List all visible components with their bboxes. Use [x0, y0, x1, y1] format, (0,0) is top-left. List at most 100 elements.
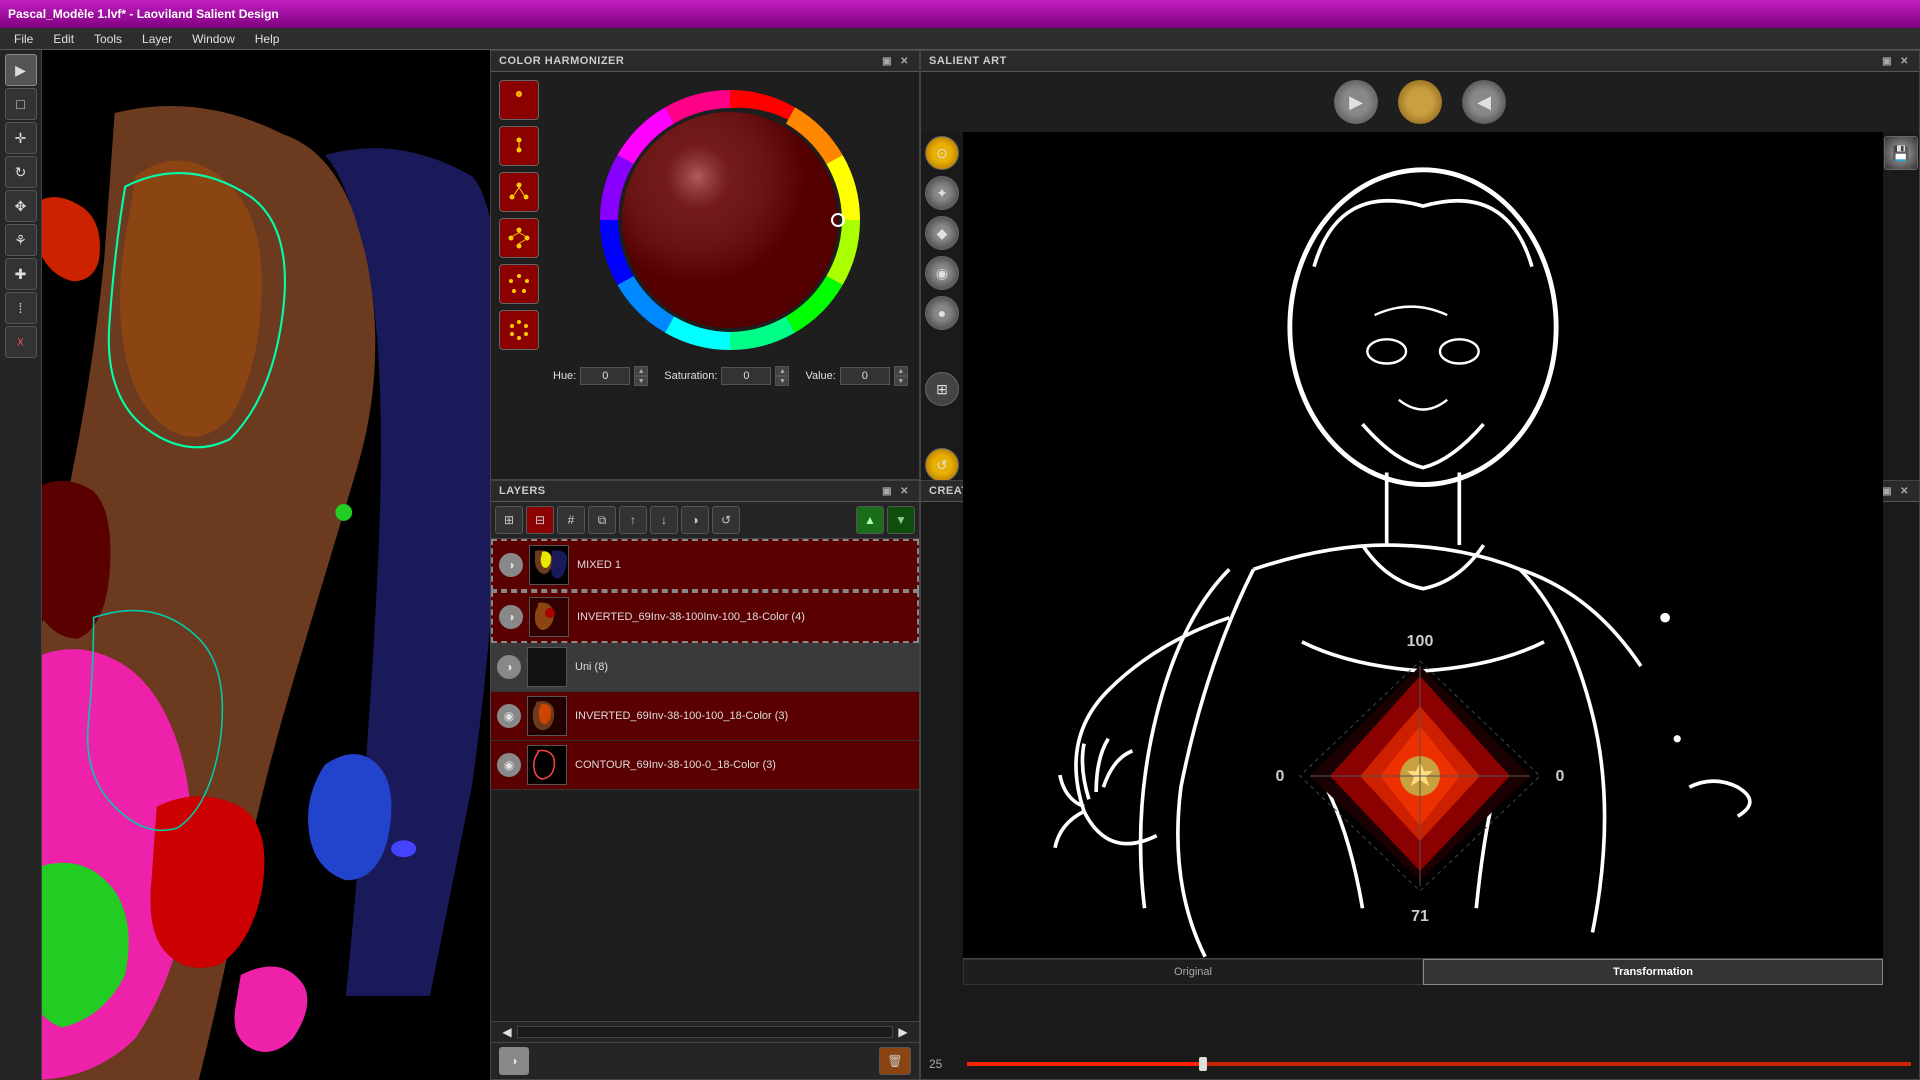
- layer-down-btn[interactable]: ↓: [650, 506, 678, 534]
- value-field: Value: ▲ ▼: [805, 366, 907, 386]
- layer-up-move-btn[interactable]: ▲: [856, 506, 884, 534]
- rotate-tool[interactable]: ↻: [5, 156, 37, 188]
- layers-visibility-btn[interactable]: ◑: [499, 1047, 529, 1075]
- layer-group-btn[interactable]: #: [557, 506, 585, 534]
- harmony-btn-2[interactable]: [499, 126, 539, 166]
- layer-delete-btn[interactable]: ⊟: [526, 506, 554, 534]
- creative-minimize[interactable]: ▣: [1882, 486, 1892, 497]
- sat-up[interactable]: ▲: [775, 366, 789, 376]
- layer-name-5: CONTOUR_69Inv-38-100-0_18-Color (3): [575, 759, 913, 771]
- move-tool[interactable]: ✛: [5, 122, 37, 154]
- salient-play-btn[interactable]: ▶: [1334, 80, 1378, 124]
- menu-tools[interactable]: Tools: [84, 30, 132, 48]
- layer-up-btn[interactable]: ↑: [619, 506, 647, 534]
- harmony-btn-5[interactable]: [499, 264, 539, 304]
- hue-down[interactable]: ▼: [634, 376, 648, 386]
- harmony-btn-3[interactable]: [499, 172, 539, 212]
- layer-row[interactable]: ◑ Uni (8): [491, 643, 919, 692]
- svg-text:100: 100: [1407, 633, 1434, 650]
- menu-layer[interactable]: Layer: [132, 30, 182, 48]
- hue-up[interactable]: ▲: [634, 366, 648, 376]
- layer-eye-2[interactable]: ◑: [499, 605, 523, 629]
- creative-diamond-chart: 100 0 0 71: [1250, 626, 1590, 926]
- layers-minimize[interactable]: ▣: [882, 486, 892, 497]
- edition-panel: ▶ □ ✛ ↻ ✥ ⚘ ✚ ⁞ ☓: [0, 50, 490, 1080]
- layer-copy-btn[interactable]: ⧉: [588, 506, 616, 534]
- creative-slider[interactable]: [967, 1062, 1911, 1066]
- scroll-right-btn[interactable]: ▶: [893, 1025, 913, 1039]
- layers-header: Layers ▣ ✕: [491, 481, 919, 502]
- salient-config-btn[interactable]: [1398, 80, 1442, 124]
- salient-sphere-btn[interactable]: ●: [925, 296, 959, 330]
- salient-circle-btn[interactable]: ⊙: [925, 136, 959, 170]
- pan-tool[interactable]: ✚: [5, 258, 37, 290]
- select-tool[interactable]: ▶: [5, 54, 37, 86]
- main-area: ▶ □ ✛ ↻ ✥ ⚘ ✚ ⁞ ☓: [0, 50, 1920, 1080]
- value-input[interactable]: [840, 367, 890, 385]
- salient-art-title: Salient Art: [929, 55, 1007, 67]
- salient-star-btn[interactable]: ✦: [925, 176, 959, 210]
- salient-close[interactable]: ✕: [1900, 56, 1909, 67]
- hue-label: Hue:: [553, 370, 576, 382]
- menu-bar: File Edit Tools Layer Window Help: [0, 28, 1920, 50]
- panel-controls: ▣ ✕: [880, 56, 911, 67]
- salient-minimize[interactable]: ▣: [1882, 56, 1892, 67]
- delete-tool[interactable]: ☓: [5, 326, 37, 358]
- color-wheel-container: Hue: ▲ ▼ Saturation:: [547, 80, 914, 471]
- harmony-btn-1[interactable]: [499, 80, 539, 120]
- align-tool[interactable]: ⁞: [5, 292, 37, 324]
- warp-tool[interactable]: ⚘: [5, 224, 37, 256]
- minimize-btn[interactable]: ▣: [882, 56, 892, 67]
- layer-name-4: INVERTED_69Inv-38-100-100_18-Color (3): [575, 710, 913, 722]
- harmony-btn-6[interactable]: [499, 310, 539, 350]
- val-down[interactable]: ▼: [894, 376, 908, 386]
- harmonizer-content: Hue: ▲ ▼ Saturation:: [491, 72, 919, 479]
- transform-tool[interactable]: □: [5, 88, 37, 120]
- layer-eye-4[interactable]: ◉: [497, 704, 521, 728]
- salient-art-panel: Salient Art ▣ ✕ ▶ ◀: [920, 50, 1920, 480]
- layer-blend-btn[interactable]: ◑: [681, 506, 709, 534]
- layers-trash-btn[interactable]: 🗑: [879, 1047, 911, 1075]
- close-btn[interactable]: ✕: [900, 56, 909, 67]
- menu-edit[interactable]: Edit: [43, 30, 84, 48]
- layer-new-btn[interactable]: ⊞: [495, 506, 523, 534]
- layers-close[interactable]: ✕: [900, 486, 909, 497]
- layer-row[interactable]: ◑ MIXED 1: [491, 539, 919, 591]
- layer-thumb-2: [529, 597, 569, 637]
- menu-window[interactable]: Window: [182, 30, 245, 48]
- layer-eye-3[interactable]: ◑: [497, 655, 521, 679]
- salient-rotate-btn[interactable]: ↺: [925, 448, 959, 482]
- layer-thumb-1: [529, 545, 569, 585]
- layer-refresh-btn[interactable]: ↺: [712, 506, 740, 534]
- menu-file[interactable]: File: [4, 30, 43, 48]
- layer-row[interactable]: ◉ INVERTED_69Inv-38-100-100_18-Color (3): [491, 692, 919, 741]
- salient-save-btn[interactable]: 💾: [1884, 136, 1918, 170]
- edition-canvas[interactable]: [42, 50, 490, 1080]
- color-harmonizer-title: Color Harmonizer: [499, 55, 624, 67]
- layers-title: Layers: [499, 485, 546, 497]
- scroll-track[interactable]: [517, 1026, 893, 1038]
- hue-input[interactable]: [580, 367, 630, 385]
- val-up[interactable]: ▲: [894, 366, 908, 376]
- layer-thumb-3: [527, 647, 567, 687]
- salient-back-btn[interactable]: ◀: [1462, 80, 1506, 124]
- color-wheel[interactable]: [590, 80, 870, 360]
- scroll-left-btn[interactable]: ◀: [497, 1025, 517, 1039]
- layer-row[interactable]: ◑ INVERTED_69Inv-38-100Inv-100_18-Color …: [491, 591, 919, 643]
- salient-color-btn[interactable]: ◉: [925, 256, 959, 290]
- layer-row[interactable]: ◉ CONTOUR_69Inv-38-100-0_18-Color (3): [491, 741, 919, 790]
- layer-eye-1[interactable]: ◑: [499, 553, 523, 577]
- layers-list: ◑ MIXED 1 ◑: [491, 539, 919, 1021]
- saturation-input[interactable]: [721, 367, 771, 385]
- layer-eye-5[interactable]: ◉: [497, 753, 521, 777]
- creative-close[interactable]: ✕: [1900, 486, 1909, 497]
- menu-help[interactable]: Help: [245, 30, 290, 48]
- salient-grid-btn[interactable]: ⊞: [925, 372, 959, 406]
- svg-text:71: 71: [1411, 908, 1429, 925]
- layer-down-move-btn[interactable]: ▼: [887, 506, 915, 534]
- sat-down[interactable]: ▼: [775, 376, 789, 386]
- scale-tool[interactable]: ✥: [5, 190, 37, 222]
- harmony-btn-4[interactable]: [499, 218, 539, 258]
- harmony-presets: [499, 80, 539, 471]
- salient-diamond-btn[interactable]: ◆: [925, 216, 959, 250]
